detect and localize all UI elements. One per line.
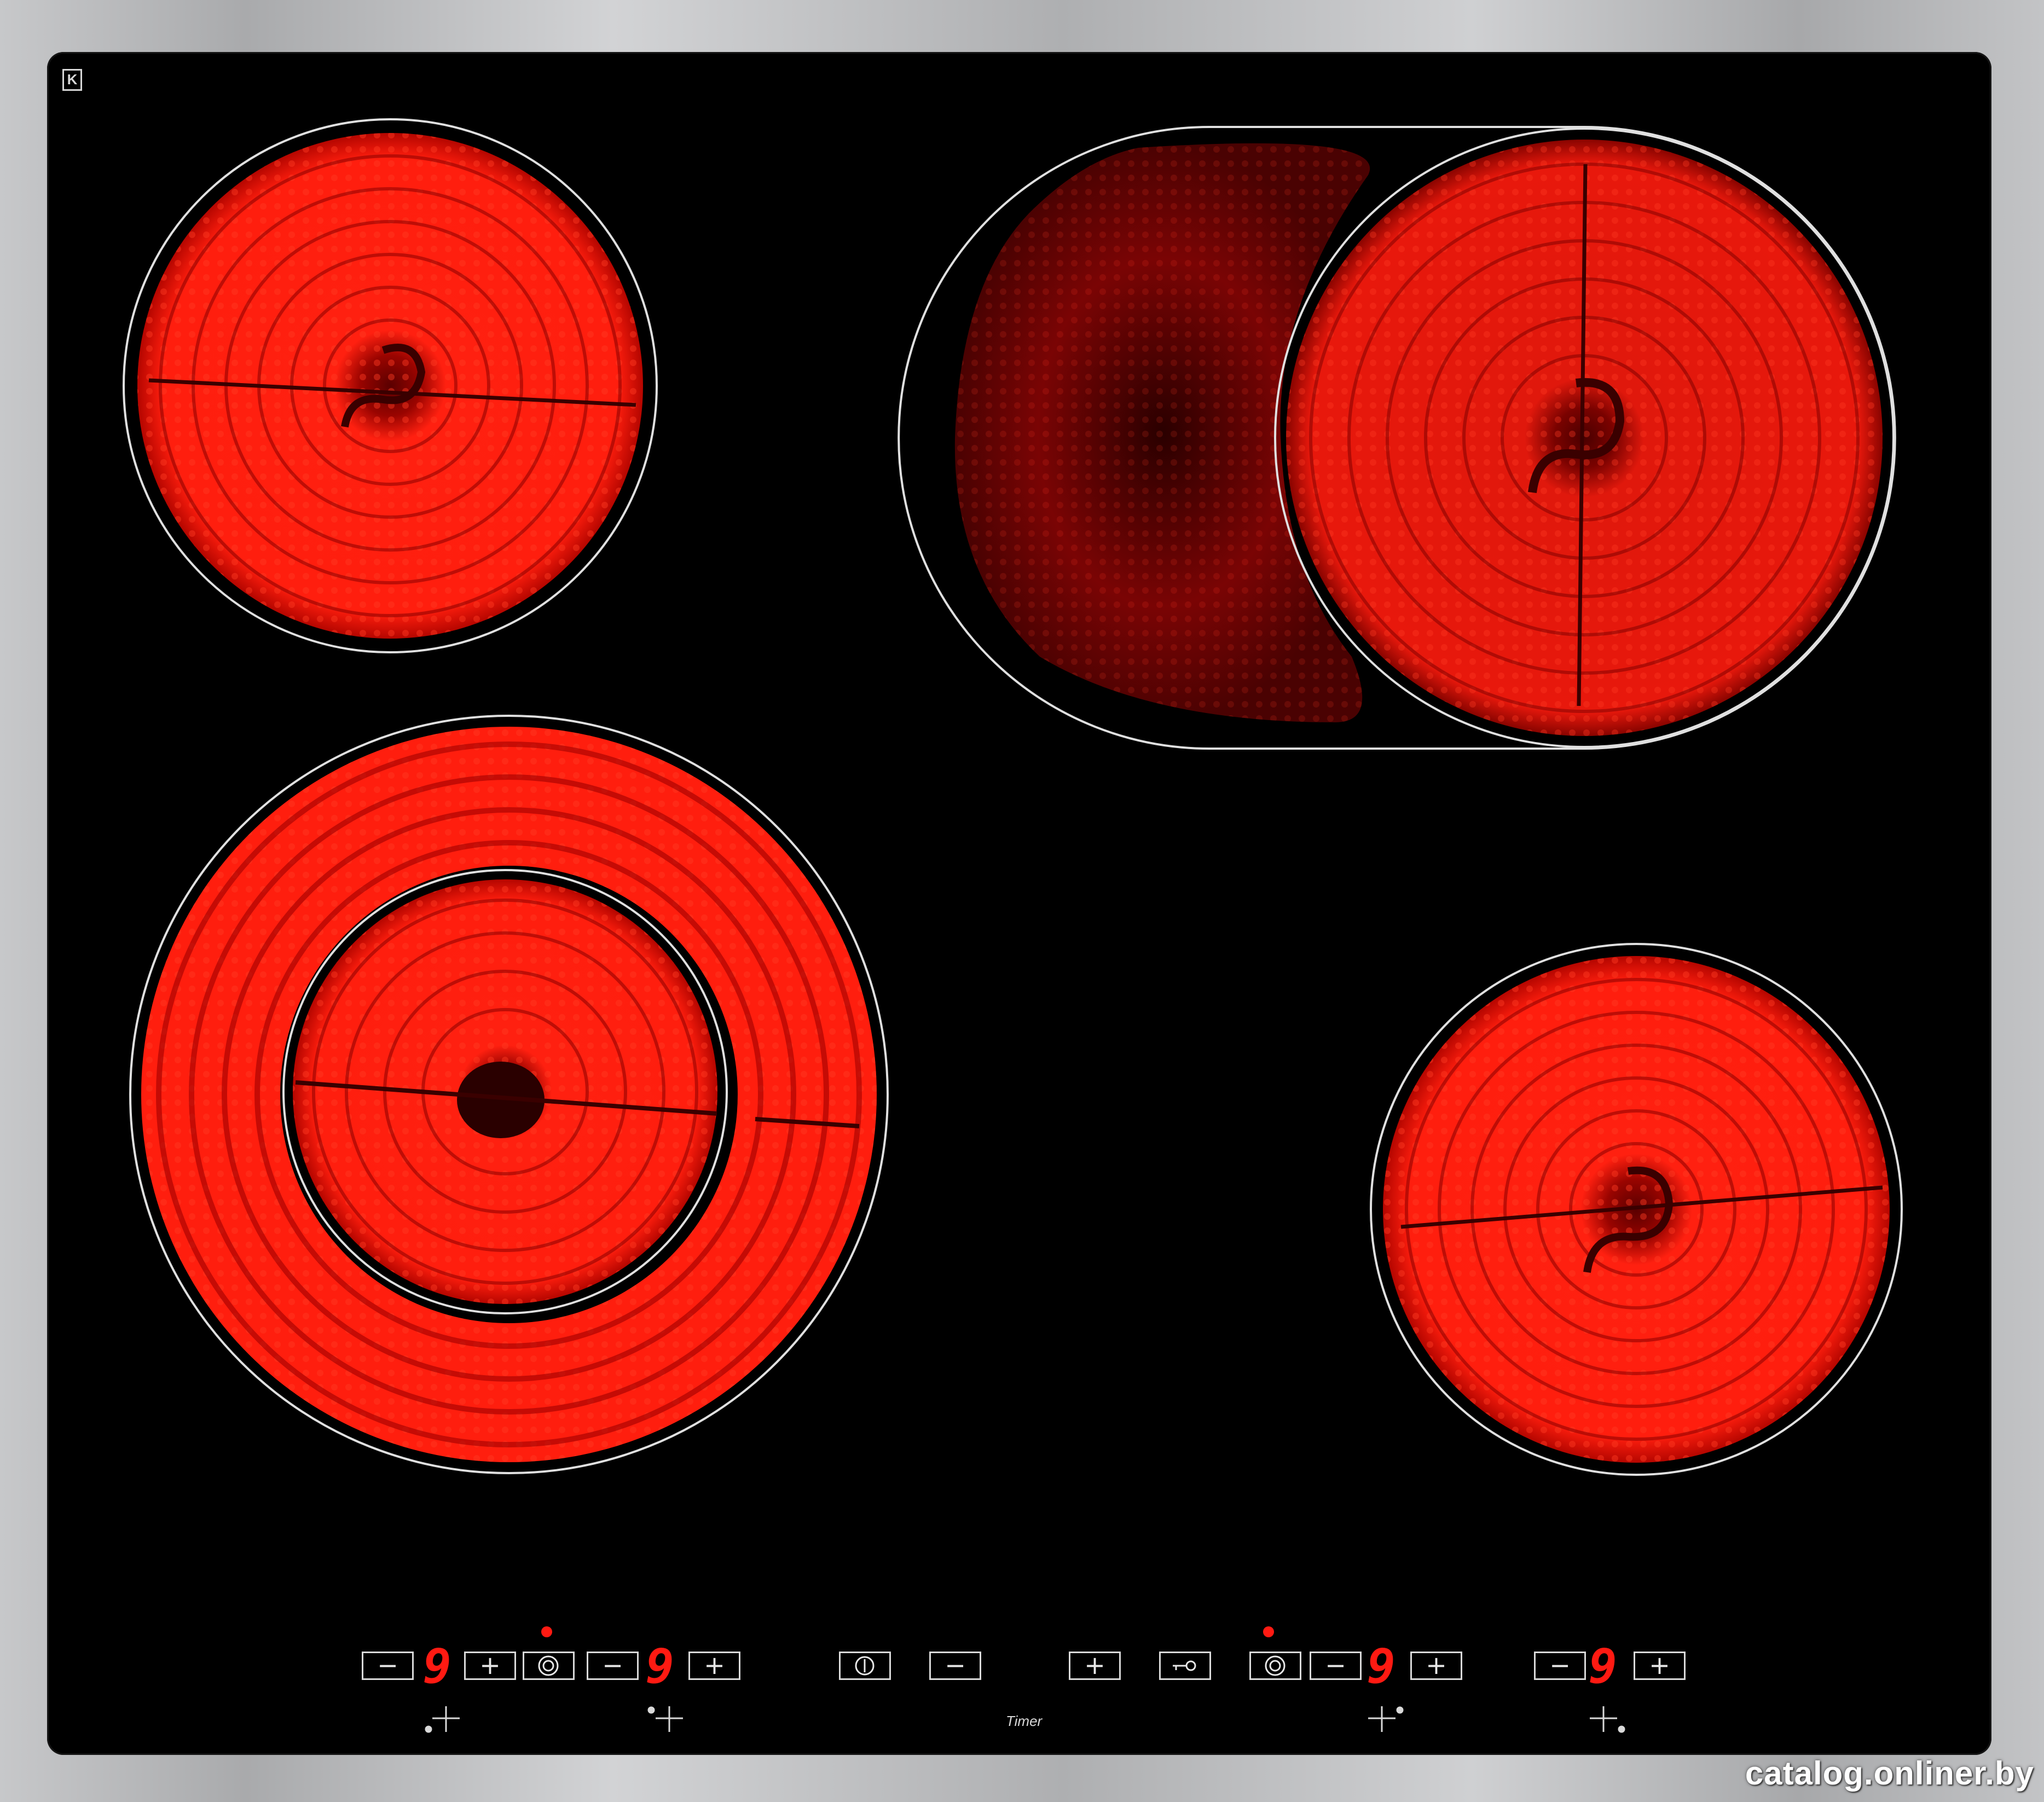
zone1-power-display: 9 <box>423 1639 451 1694</box>
zone2-minus-button[interactable]: − <box>587 1652 639 1680</box>
cooking-zone-front-left-dual <box>129 715 889 1474</box>
timer-plus-button[interactable]: + <box>1069 1652 1121 1680</box>
dual-zone-right-button[interactable] <box>1249 1652 1301 1680</box>
dual-zone-icon <box>538 1655 559 1676</box>
source-watermark: catalog.onliner.by <box>1745 1755 2034 1792</box>
zone1-plus-button[interactable]: + <box>464 1652 516 1680</box>
zone4-power-display: 9 <box>1589 1639 1617 1694</box>
power-button[interactable] <box>839 1652 891 1680</box>
zone1-minus-button[interactable]: − <box>362 1652 414 1680</box>
cooking-zone-rear-right-extended <box>897 126 1896 750</box>
dual-zone-icon <box>1265 1655 1286 1676</box>
zone4-plus-button[interactable]: + <box>1634 1652 1686 1680</box>
brand-logo: K <box>62 69 82 91</box>
zone3-minus-button[interactable]: − <box>1310 1652 1362 1680</box>
cooking-zone-rear-left <box>123 118 658 653</box>
timer-minus-button[interactable]: − <box>929 1652 981 1680</box>
zone2-power-display: 9 <box>646 1639 674 1694</box>
timer-label: Timer <box>1006 1713 1043 1729</box>
zone2-plus-button[interactable]: + <box>688 1652 740 1680</box>
key-lock-icon <box>1173 1660 1196 1671</box>
child-lock-button[interactable] <box>1159 1652 1211 1680</box>
dual-zone-indicator-led-left <box>541 1626 552 1637</box>
zone4-minus-button[interactable]: − <box>1534 1652 1586 1680</box>
dual-zone-left-button[interactable] <box>523 1652 575 1680</box>
zone3-plus-button[interactable]: + <box>1410 1652 1462 1680</box>
cooking-zone-front-right <box>1370 943 1903 1476</box>
power-icon <box>855 1656 875 1676</box>
dual-zone-indicator-led-right <box>1263 1626 1274 1637</box>
cooktop-drawing <box>123 118 1903 1733</box>
zone3-power-display: 9 <box>1367 1639 1396 1694</box>
